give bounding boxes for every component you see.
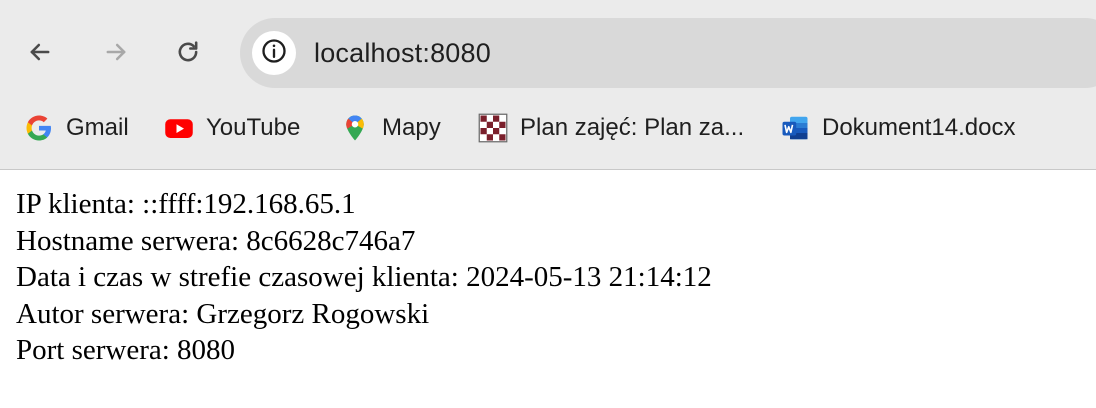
- google-g-icon: [24, 113, 54, 143]
- bookmark-gmail[interactable]: Gmail: [24, 106, 129, 150]
- bookmark-label: Gmail: [66, 114, 129, 141]
- checkerboard-icon: [478, 113, 508, 143]
- reload-button[interactable]: [166, 32, 210, 76]
- client-datetime-text: Data i czas w strefie czasowej klienta: …: [16, 261, 712, 293]
- back-arrow-icon: [26, 38, 54, 71]
- bookmark-dokument14[interactable]: Dokument14.docx: [780, 106, 1015, 150]
- info-icon: [260, 37, 288, 70]
- bookmark-label: Mapy: [382, 114, 441, 141]
- youtube-icon: [164, 113, 194, 143]
- browser-toolbar: localhost:8080: [0, 0, 1096, 106]
- bookmark-maps[interactable]: Mapy: [340, 106, 441, 150]
- word-doc-icon: [780, 113, 810, 143]
- server-port-text: Port serwera: 8080: [16, 334, 236, 366]
- url-text[interactable]: localhost:8080: [314, 36, 491, 70]
- forward-arrow-icon: [102, 38, 130, 71]
- bookmark-label: YouTube: [206, 114, 301, 141]
- bookmark-label: Dokument14.docx: [822, 114, 1016, 141]
- bookmark-plan-zajec[interactable]: Plan zajęć: Plan za...: [478, 106, 744, 150]
- back-button[interactable]: [18, 32, 62, 76]
- address-bar[interactable]: localhost:8080: [240, 18, 1096, 88]
- server-hostname-text: Hostname serwera: 8c6628c746a7: [16, 224, 416, 257]
- page-content: IP klienta: ::ffff:192.168.65.1 Hostname…: [16, 186, 1076, 369]
- reload-icon: [174, 38, 202, 71]
- bookmark-label: Plan zajęć: Plan za...: [520, 114, 745, 141]
- forward-button[interactable]: [94, 32, 138, 76]
- bookmarks-bar: Gmail YouTube Mapy Plan zajęć: Plan za..…: [0, 106, 1096, 150]
- server-author-text: Autor serwera: Grzegorz Rogowski: [16, 297, 430, 330]
- client-ip-text: IP klienta: ::ffff:192.168.65.1: [16, 188, 356, 220]
- bookmark-youtube[interactable]: YouTube: [164, 106, 300, 150]
- site-info-button[interactable]: [252, 31, 296, 75]
- browser-chrome: localhost:8080 Gmail YouTube Mapy Plan z…: [0, 0, 1096, 170]
- maps-pin-icon: [340, 113, 370, 143]
